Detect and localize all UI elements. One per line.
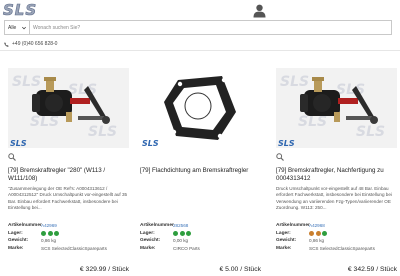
brand-label: Marke:	[8, 245, 24, 251]
header-divider	[0, 50, 400, 51]
sls-badge: SLS	[278, 139, 295, 148]
phone-number: +49 (0)40 656 828-0	[12, 41, 58, 47]
product-image[interactable]: SLS SLS SLS SLS SLS	[276, 68, 397, 148]
product-card[interactable]: SLS SLS SLS SLS SLS [79] Bremskraftregle…	[276, 58, 397, 276]
product-description: Druck Umschaltpunkt vor-eingestellt auf …	[276, 186, 392, 210]
user-account-icon[interactable]	[253, 4, 266, 18]
product-title[interactable]: [79] Flachdichtung am Bremskraftregler	[140, 167, 261, 175]
brand-value: SCS SelectedClassicSpareparts	[309, 245, 375, 251]
product-title[interactable]: [79] Bremskraftregler, Nachfertigung zu …	[276, 167, 397, 182]
product-image[interactable]: SLS	[140, 68, 261, 148]
weight-value: 0,86 kg	[41, 238, 57, 244]
page: SLS Alle +49 (0)40 656 828-0	[0, 0, 400, 276]
logo[interactable]: SLS	[3, 0, 38, 19]
article-label: Artikelnummer	[140, 223, 174, 229]
product-specs: Artikelnummer A42969 Lager: Gewicht: 0,86 …	[8, 222, 129, 252]
brand-value: CIRCO Parts	[173, 245, 200, 251]
chevron-down-icon	[22, 26, 26, 29]
category-select-value: Alle	[8, 24, 17, 31]
phone-icon	[4, 41, 9, 47]
search-bar: Alle	[4, 20, 392, 35]
flat-gasket-image	[164, 76, 236, 140]
article-label: Artikelnummer	[276, 223, 310, 229]
brand-value: SCS SelectedClassicSpareparts	[41, 245, 107, 251]
weight-label: Gewicht:	[8, 238, 29, 244]
brake-regulator-image	[300, 77, 378, 124]
product-price: € 329.99 / Stück	[79, 266, 129, 273]
zoom-icon[interactable]	[8, 153, 16, 161]
product-image[interactable]: SLS SLS SLS SLS SLS	[8, 68, 129, 148]
product-specs: Artikelnummer 282568 Lager: Gewicht: 0,00 …	[140, 222, 261, 252]
sls-badge: SLS	[142, 139, 159, 148]
weight-label: Gewicht:	[140, 238, 161, 244]
article-number: 282568	[173, 223, 189, 229]
stock-indicator	[173, 230, 191, 236]
product-title[interactable]: [79] Bremskraftregler "280" (W113 / W111…	[8, 167, 129, 182]
weight-value: 0,00 kg	[173, 238, 189, 244]
stock-indicator	[309, 230, 327, 236]
article-label: Artikelnummer	[8, 223, 42, 229]
search-input[interactable]	[30, 21, 391, 34]
article-number: A42969	[41, 223, 57, 229]
header: SLS Alle +49 (0)40 656 828-0	[0, 0, 400, 47]
zoom-icon[interactable]	[276, 153, 284, 161]
product-card[interactable]: SLS SLS SLS SLS SLS [79] Bremskraftregle…	[8, 58, 129, 276]
article-number: A42968	[309, 223, 325, 229]
product-price: € 342.59 / Stück	[347, 266, 397, 273]
product-card[interactable]: SLS [79] Flachdichtung am Bremskraftregl…	[140, 58, 261, 276]
weight-value: 0,86 kg	[309, 238, 325, 244]
brake-regulator-image	[32, 77, 110, 124]
stock-indicator	[41, 230, 59, 236]
brand-label: Marke:	[140, 245, 156, 251]
product-description: "Zusammenlegung der OE Ref's: A000431361…	[8, 186, 128, 210]
category-select[interactable]: Alle	[5, 21, 30, 34]
stock-label: Lager:	[140, 230, 155, 236]
stock-label: Lager:	[8, 230, 23, 236]
sls-badge: SLS	[10, 139, 27, 148]
logo-text: SLS	[3, 0, 38, 19]
brand-label: Marke:	[276, 245, 292, 251]
product-price: € 5.00 / Stück	[219, 266, 261, 273]
phone-contact[interactable]: +49 (0)40 656 828-0	[4, 40, 57, 48]
stock-label: Lager:	[276, 230, 291, 236]
product-specs: Artikelnummer A42968 Lager: Gewicht: 0,86 …	[276, 222, 397, 252]
weight-label: Gewicht:	[276, 238, 297, 244]
